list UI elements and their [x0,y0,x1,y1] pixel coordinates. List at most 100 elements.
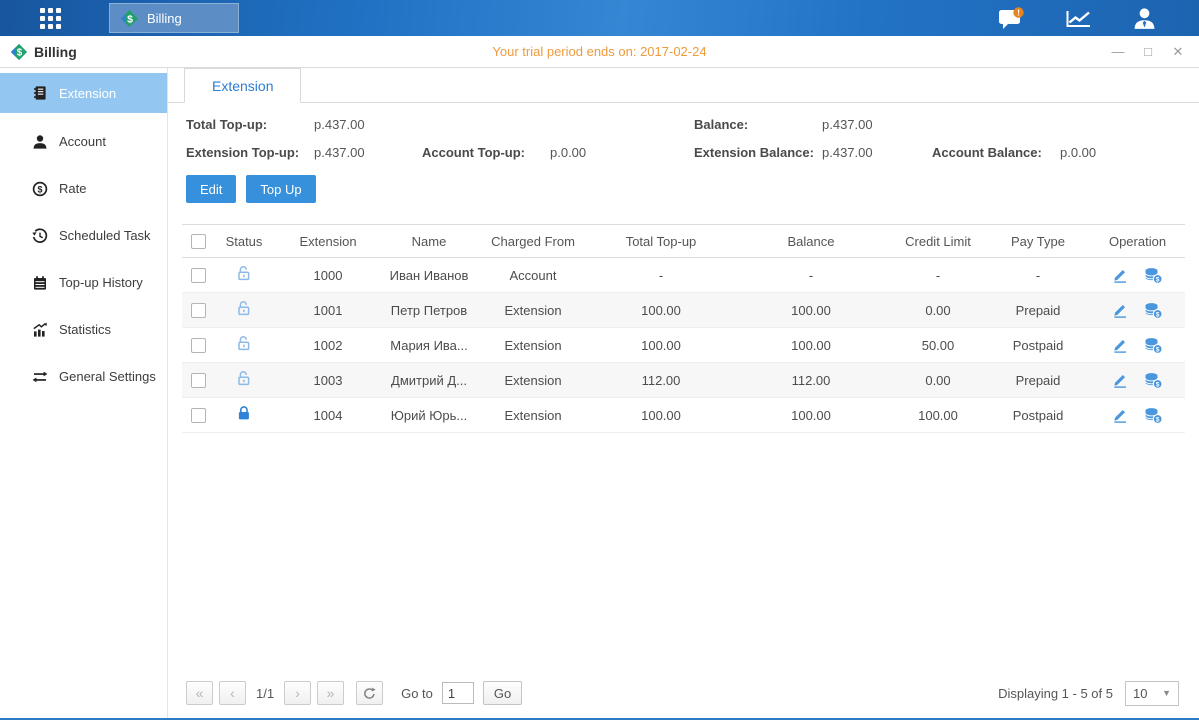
rate-dollar-icon: $ [31,181,48,197]
page-size-value: 10 [1133,686,1147,701]
lock-open-icon[interactable] [236,265,252,282]
row-checkbox[interactable] [191,338,206,353]
next-page-button[interactable]: › [284,681,311,705]
balance-label: Balance: [694,117,822,132]
top-up-coins-icon[interactable]: $ [1144,372,1163,389]
extension-topup-label: Extension Top-up: [186,145,314,160]
chevron-down-icon: ▼ [1162,688,1171,698]
sidebar-item-extension[interactable]: Extension [0,73,167,113]
minimize-icon[interactable]: — [1111,44,1125,60]
goto-page-input[interactable] [442,682,474,704]
sidebar-item-label: Rate [59,181,86,196]
top-up-coins-icon[interactable]: $ [1144,337,1163,354]
cell-total-topup: 100.00 [590,293,732,328]
col-total-topup: Total Top-up [590,225,732,258]
top-up-button[interactable]: Top Up [246,175,315,203]
cell-name: Иван Иванов [382,258,476,293]
balance-summary: Total Top-up: p.437.00 Balance: p.437.00… [182,117,1185,160]
edit-pencil-icon[interactable] [1112,372,1128,388]
row-checkbox[interactable] [191,268,206,283]
close-icon[interactable]: ✕ [1171,44,1185,60]
col-status: Status [214,225,274,258]
account-balance-label: Account Balance: [932,145,1060,160]
prev-page-button[interactable]: ‹ [219,681,246,705]
cell-charged-from: Extension [476,398,590,433]
general-settings-icon [31,369,48,385]
lock-open-icon[interactable] [236,370,252,387]
sidebar-item-label: Account [59,134,106,149]
cell-charged-from: Account [476,258,590,293]
sidebar-item-general-settings[interactable]: General Settings [0,353,167,400]
refresh-button[interactable] [356,681,383,705]
row-checkbox[interactable] [191,303,206,318]
col-charged-from: Charged From [476,225,590,258]
sidebar-item-topup-history[interactable]: Top-up History [0,259,167,306]
scheduled-task-clock-icon [31,228,48,244]
page-size-select[interactable]: 10 ▼ [1125,681,1179,706]
cell-total-topup: 100.00 [590,398,732,433]
cell-extension: 1003 [274,363,382,398]
tab-extension[interactable]: Extension [184,68,301,103]
svg-text:!: ! [1017,7,1020,17]
table-row: 1003 Дмитрий Д... Extension 112.00 112.0… [182,363,1185,398]
edit-pencil-icon[interactable] [1112,407,1128,423]
cell-balance: - [732,258,890,293]
sidebar-item-label: Extension [59,86,116,101]
app-grid-icon[interactable] [40,8,61,29]
window-title: Billing [34,44,77,60]
cell-pay-type: Postpaid [986,328,1090,363]
edit-pencil-icon[interactable] [1112,302,1128,318]
top-up-coins-icon[interactable]: $ [1144,407,1163,424]
sidebar-item-label: Statistics [59,322,111,337]
svg-text:$: $ [1156,346,1160,353]
row-checkbox[interactable] [191,373,206,388]
edit-button[interactable]: Edit [186,175,236,203]
top-up-coins-icon[interactable]: $ [1144,302,1163,319]
window-titlebar: Your trial period ends on: 2017-02-24 $ … [0,36,1199,68]
messages-icon[interactable]: ! [998,7,1025,30]
cell-extension: 1001 [274,293,382,328]
cell-charged-from: Extension [476,328,590,363]
col-credit-limit: Credit Limit [890,225,986,258]
cell-extension: 1004 [274,398,382,433]
sidebar-item-statistics[interactable]: Statistics [0,306,167,353]
pagination-bar: « ‹ 1/1 › » Go to Go Displaying 1 - 5 of… [182,676,1185,718]
cell-credit-limit: 50.00 [890,328,986,363]
svg-text:$: $ [1156,311,1160,318]
system-topbar: $ Billing ! [0,0,1199,36]
row-checkbox[interactable] [191,408,206,423]
cell-name: Петр Петров [382,293,476,328]
first-page-button[interactable]: « [186,681,213,705]
sidebar-item-rate[interactable]: $ Rate [0,165,167,212]
maximize-icon[interactable]: □ [1141,44,1155,60]
last-page-button[interactable]: » [317,681,344,705]
lock-open-icon[interactable] [236,335,252,352]
top-up-coins-icon[interactable]: $ [1144,267,1163,284]
table-row: 1001 Петр Петров Extension 100.00 100.00… [182,293,1185,328]
cell-pay-type: Prepaid [986,363,1090,398]
table-row: 1000 Иван Иванов Account - - - - $ [182,258,1185,293]
page-indicator: 1/1 [256,686,274,701]
edit-pencil-icon[interactable] [1112,267,1128,283]
edit-pencil-icon[interactable] [1112,337,1128,353]
cell-name: Мария Ива... [382,328,476,363]
svg-text:$: $ [1156,381,1160,388]
reports-chart-icon[interactable] [1065,8,1092,29]
svg-text:$: $ [1156,416,1160,423]
lock-closed-icon[interactable] [236,405,252,422]
sidebar-item-account[interactable]: Account [0,118,167,165]
col-extension: Extension [274,225,382,258]
go-button[interactable]: Go [483,681,522,705]
cell-credit-limit: 0.00 [890,293,986,328]
cell-extension: 1000 [274,258,382,293]
taskbar-tab-billing[interactable]: $ Billing [109,3,239,33]
cell-balance: 100.00 [732,293,890,328]
cell-total-topup: 100.00 [590,328,732,363]
tab-strip: Extension [168,68,1199,103]
billing-window: $ Billing ! [0,0,1199,720]
user-account-icon[interactable] [1132,7,1157,30]
account-person-icon [31,134,48,150]
lock-open-icon[interactable] [236,300,252,317]
sidebar-item-scheduled-task[interactable]: Scheduled Task [0,212,167,259]
select-all-checkbox[interactable] [191,234,206,249]
